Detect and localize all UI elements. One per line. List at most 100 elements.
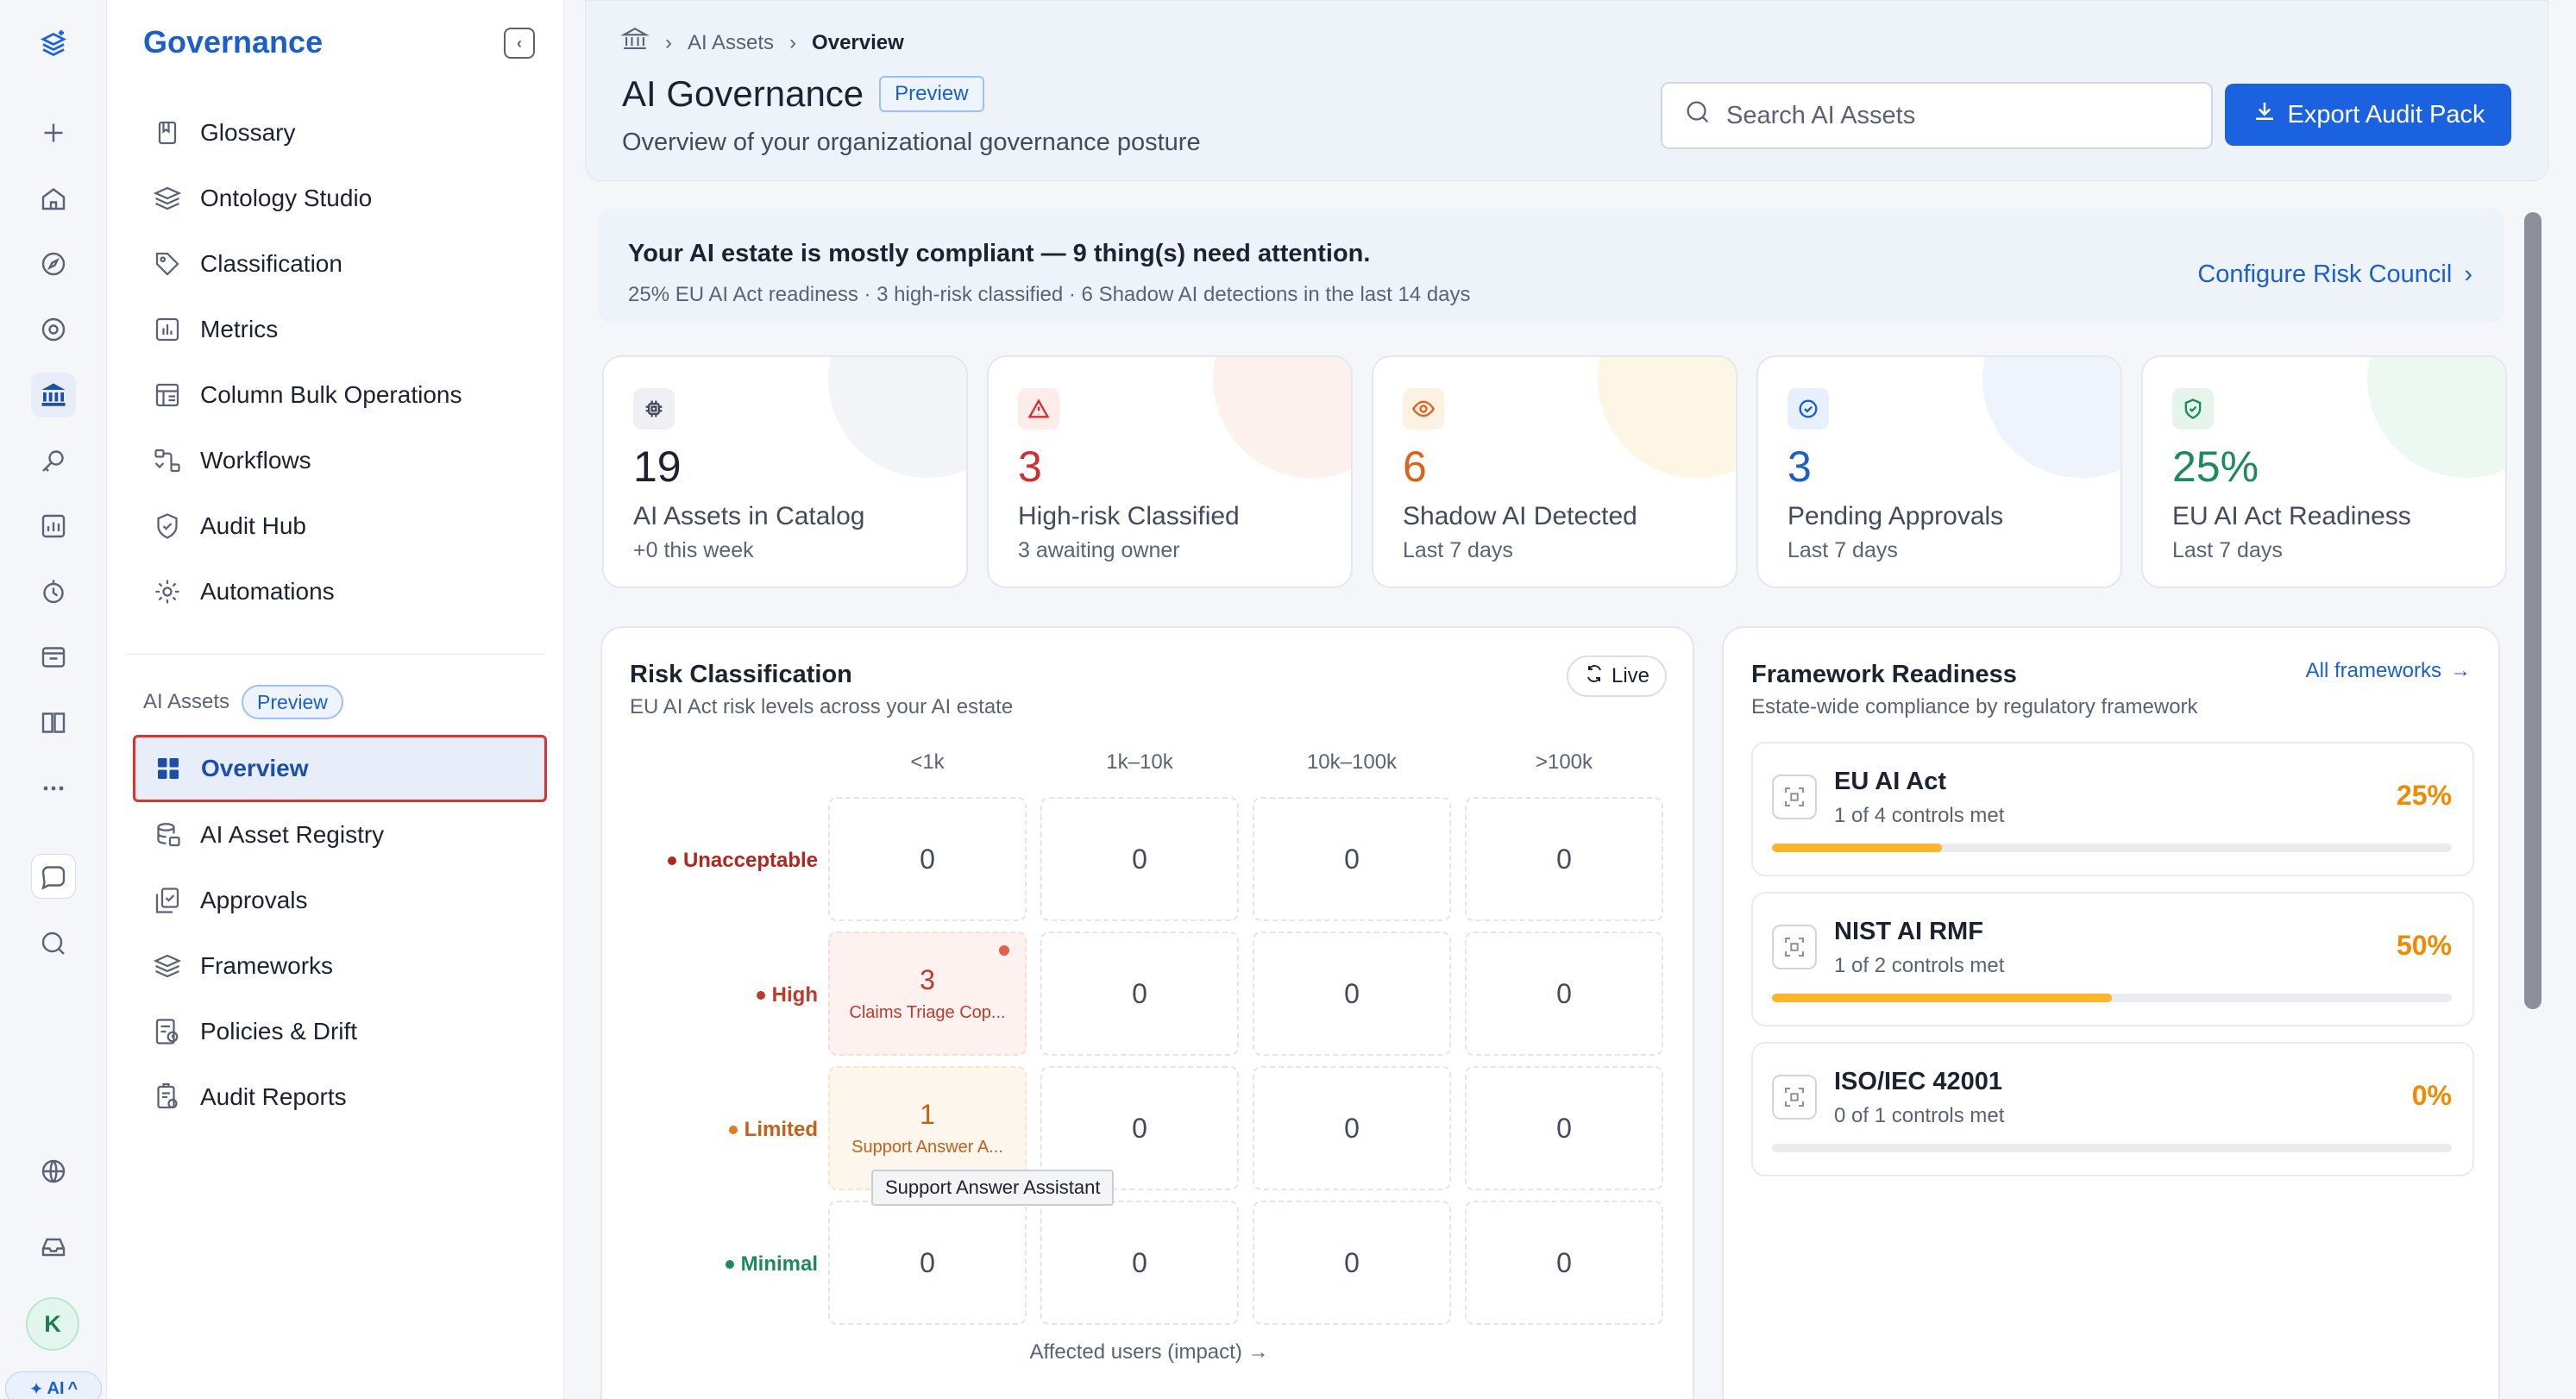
menu-item-ai-asset-registry[interactable]: AI Asset Registry bbox=[133, 806, 543, 864]
scrollbar[interactable] bbox=[2524, 212, 2541, 1009]
layers-icon bbox=[152, 183, 183, 214]
search-key-icon[interactable] bbox=[31, 438, 76, 483]
avatar[interactable]: K bbox=[26, 1297, 79, 1351]
kpi-sub: 3 awaiting owner bbox=[1018, 538, 1180, 562]
analytics-icon[interactable] bbox=[31, 504, 76, 549]
row-label-high: High bbox=[611, 983, 818, 1007]
matrix-cell[interactable]: 0 bbox=[1253, 932, 1451, 1056]
menu-item-policies-drift[interactable]: Policies & Drift bbox=[133, 1002, 543, 1061]
column-header: >100k bbox=[1535, 750, 1593, 774]
shield-icon bbox=[2172, 388, 2214, 430]
plus-icon[interactable] bbox=[31, 110, 76, 155]
inbox-icon[interactable] bbox=[31, 1225, 76, 1270]
chat-icon[interactable] bbox=[31, 854, 76, 899]
bar-chart-icon bbox=[152, 314, 183, 345]
workflow-icon bbox=[152, 445, 183, 476]
menu-divider bbox=[126, 654, 545, 655]
history-icon[interactable] bbox=[31, 569, 76, 614]
menu-item-audit-hub[interactable]: Audit Hub bbox=[133, 497, 543, 555]
matrix-cell[interactable]: 0 bbox=[828, 1201, 1027, 1325]
configure-risk-council-link[interactable]: Configure Risk Council › bbox=[2197, 260, 2472, 289]
menu-item-ontology-studio[interactable]: Ontology Studio bbox=[133, 169, 543, 228]
matrix-cell[interactable]: 0 bbox=[1253, 1201, 1451, 1325]
framework-row-nist-ai-rmf[interactable]: NIST AI RMF 1 of 2 controls met 50% bbox=[1751, 892, 2474, 1026]
app-logo-icon[interactable] bbox=[31, 21, 76, 66]
compliance-banner: Your AI estate is mostly compliant — 9 t… bbox=[599, 209, 2504, 323]
collapse-sidebar-icon[interactable]: ‹ bbox=[504, 28, 535, 59]
docs-book-icon[interactable] bbox=[31, 700, 76, 745]
kpi-card-shadow-ai[interactable]: 6 Shadow AI Detected Last 7 days bbox=[1372, 355, 1737, 588]
menu-item-label: Glossary bbox=[200, 119, 296, 146]
matrix-cell[interactable]: 0 bbox=[1465, 797, 1663, 921]
framework-row-eu-ai-act[interactable]: EU AI Act 1 of 4 controls met 25% bbox=[1751, 742, 2474, 876]
menu-item-column-bulk-operations[interactable]: Column Bulk Operations bbox=[133, 366, 543, 424]
chip-icon bbox=[633, 388, 675, 430]
card-decoration bbox=[1982, 357, 2120, 478]
matrix-cell[interactable]: 0 bbox=[1465, 1066, 1663, 1190]
tag-icon bbox=[152, 248, 183, 279]
menu-item-frameworks[interactable]: Frameworks bbox=[133, 937, 543, 995]
menu-item-audit-reports[interactable]: Audit Reports bbox=[133, 1068, 543, 1126]
kpi-card-pending-approvals[interactable]: 3 Pending Approvals Last 7 days bbox=[1756, 355, 2122, 588]
menu-item-glossary[interactable]: Glossary bbox=[133, 104, 543, 162]
live-button[interactable]: Live bbox=[1566, 656, 1667, 697]
menu-item-label: Frameworks bbox=[200, 952, 334, 979]
menu-item-label: Ontology Studio bbox=[200, 185, 373, 211]
more-icon[interactable] bbox=[31, 766, 76, 811]
menu-item-workflows[interactable]: Workflows bbox=[133, 431, 543, 490]
kpi-value: 19 bbox=[633, 442, 682, 491]
matrix-cell[interactable]: 0 bbox=[1253, 1066, 1451, 1190]
progress-track bbox=[1772, 994, 2452, 1002]
global-search-icon[interactable] bbox=[31, 921, 76, 966]
menu-item-approvals[interactable]: Approvals bbox=[133, 871, 543, 930]
matrix-cell[interactable]: 0 bbox=[1040, 797, 1239, 921]
menu-item-label: Automations bbox=[200, 578, 335, 605]
kpi-value: 6 bbox=[1403, 442, 1427, 491]
matrix-cell[interactable]: 0 bbox=[1253, 797, 1451, 921]
kpi-card-ai-assets[interactable]: 19 AI Assets in Catalog +0 this week bbox=[602, 355, 968, 588]
database-icon bbox=[152, 819, 183, 850]
home-icon[interactable] bbox=[31, 176, 76, 221]
kpi-card-high-risk[interactable]: 3 High-risk Classified 3 awaiting owner bbox=[987, 355, 1353, 588]
matrix-cell[interactable]: 0 bbox=[1040, 932, 1239, 1056]
all-frameworks-link[interactable]: All frameworks → bbox=[2306, 659, 2471, 683]
framework-readiness-card: Framework Readiness Estate-wide complian… bbox=[1722, 626, 2500, 1399]
framework-status: 0 of 1 controls met bbox=[1834, 1104, 2005, 1127]
ai-label: AI bbox=[47, 1378, 65, 1398]
globe-icon[interactable] bbox=[31, 1149, 76, 1194]
risk-classification-card: Risk Classification EU AI Act risk level… bbox=[600, 626, 1694, 1399]
menu-item-automations[interactable]: Automations bbox=[133, 562, 543, 621]
matrix-cell[interactable]: 0 bbox=[1465, 1201, 1663, 1325]
matrix-cell-high-risk[interactable]: 3 Claims Triage Cop... bbox=[828, 932, 1027, 1056]
search-input[interactable]: Search AI Assets bbox=[1661, 82, 2213, 149]
home-icon[interactable] bbox=[620, 25, 650, 60]
governance-bank-icon[interactable] bbox=[31, 373, 76, 417]
breadcrumb-ai-assets[interactable]: AI Assets bbox=[688, 31, 774, 55]
compass-icon[interactable] bbox=[31, 242, 76, 286]
export-audit-pack-button[interactable]: Export Audit Pack bbox=[2225, 84, 2511, 146]
marketplace-icon[interactable] bbox=[31, 635, 76, 680]
menu-item-label: Metrics bbox=[200, 316, 279, 342]
column-header: 1k–10k bbox=[1106, 750, 1173, 774]
ai-assistant-toggle[interactable]: ✦ AI ^ bbox=[5, 1371, 102, 1399]
link-label: All frameworks bbox=[2305, 659, 2441, 682]
matrix-cell[interactable]: 0 bbox=[1465, 932, 1663, 1056]
matrix-cell[interactable]: 0 bbox=[1040, 1201, 1239, 1325]
matrix-cell[interactable]: 0 bbox=[828, 797, 1027, 921]
insights-icon[interactable] bbox=[31, 307, 76, 352]
kpi-card-eu-ai-act-readiness[interactable]: 25% EU AI Act Readiness Last 7 days bbox=[2141, 355, 2507, 588]
menu-title: Governance bbox=[143, 24, 324, 60]
table-icon bbox=[152, 380, 183, 411]
framework-name: EU AI Act bbox=[1834, 768, 1946, 795]
row-label-limited: Limited bbox=[611, 1118, 818, 1142]
menu-item-metrics[interactable]: Metrics bbox=[133, 300, 543, 359]
framework-row-iso-iec-42001[interactable]: ISO/IEC 42001 0 of 1 controls met 0% bbox=[1751, 1042, 2474, 1176]
live-label: Live bbox=[1611, 664, 1649, 687]
menu-item-classification[interactable]: Classification bbox=[133, 235, 543, 293]
risk-dot bbox=[728, 1126, 738, 1134]
chevron-up-icon: ^ bbox=[67, 1378, 79, 1398]
eye-icon bbox=[1403, 388, 1444, 430]
page-header: › AI Assets › Overview AI Governance Pre… bbox=[585, 0, 2548, 181]
menu-item-overview[interactable]: Overview bbox=[133, 735, 547, 802]
warning-icon bbox=[1018, 388, 1059, 430]
